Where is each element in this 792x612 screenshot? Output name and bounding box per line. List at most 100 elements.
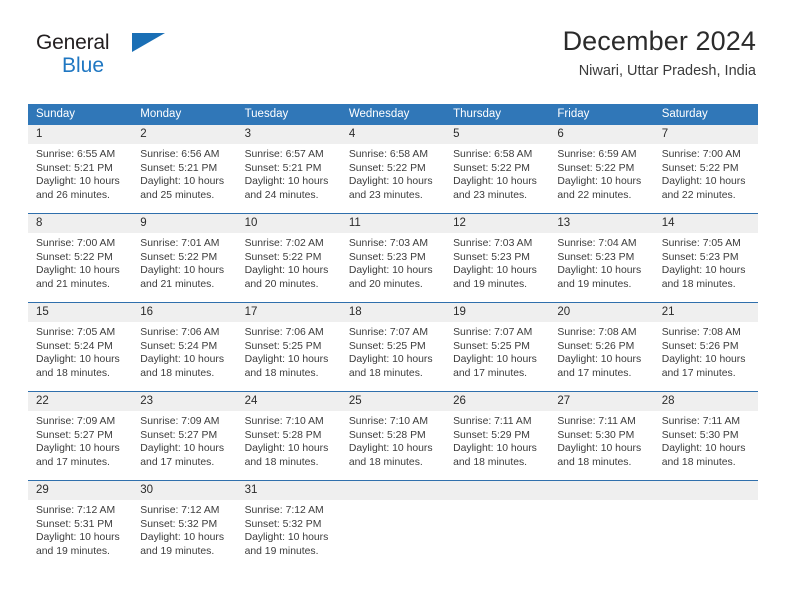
calendar-grid: Sunday Monday Tuesday Wednesday Thursday… (28, 104, 758, 563)
daylight-text-line2: and 17 minutes. (140, 456, 215, 468)
sunrise-text: Sunrise: 7:03 AM (348, 238, 428, 249)
daylight-text-line2: and 19 minutes. (557, 278, 632, 290)
day-details: Sunrise: 7:08 AM Sunset: 5:26 PM Dayligh… (654, 322, 758, 380)
day-number: 15 (28, 303, 133, 322)
day-cell[interactable]: 4 Sunrise: 6:58 AM Sunset: 5:22 PM Dayli… (340, 125, 446, 207)
sunrise-text: Sunrise: 7:02 AM (244, 238, 324, 249)
day-cell[interactable]: 30 Sunrise: 7:12 AM Sunset: 5:32 PM Dayl… (132, 481, 237, 563)
week-row: 1 Sunrise: 6:55 AM Sunset: 5:21 PM Dayli… (28, 125, 758, 207)
daylight-text-line1: Daylight: 10 hours (140, 176, 225, 188)
day-cell[interactable]: 17 Sunrise: 7:06 AM Sunset: 5:25 PM Dayl… (236, 303, 341, 385)
day-number: 8 (28, 214, 133, 233)
day-details: Sunrise: 6:59 AM Sunset: 5:22 PM Dayligh… (549, 144, 653, 202)
day-cell[interactable]: 29 Sunrise: 7:12 AM Sunset: 5:31 PM Dayl… (28, 481, 133, 563)
page-header: General Blue December 2024 Niwari, Uttar… (0, 0, 792, 79)
daylight-text-line2: and 17 minutes. (557, 367, 632, 379)
day-cell-empty (549, 481, 654, 563)
day-details: Sunrise: 7:11 AM Sunset: 5:30 PM Dayligh… (549, 411, 653, 469)
daylight-text-line1: Daylight: 10 hours (557, 354, 642, 366)
sunset-text: Sunset: 5:21 PM (140, 162, 218, 174)
daylight-text-line1: Daylight: 10 hours (348, 443, 433, 455)
sunrise-text: Sunrise: 7:00 AM (36, 238, 116, 249)
daylight-text-line2: and 20 minutes. (348, 278, 423, 290)
day-cell[interactable]: 22 Sunrise: 7:09 AM Sunset: 5:27 PM Dayl… (28, 392, 133, 474)
day-details: Sunrise: 6:58 AM Sunset: 5:22 PM Dayligh… (341, 144, 445, 202)
day-cell[interactable]: 20 Sunrise: 7:08 AM Sunset: 5:26 PM Dayl… (549, 303, 654, 385)
day-cell[interactable]: 25 Sunrise: 7:10 AM Sunset: 5:28 PM Dayl… (340, 392, 446, 474)
day-cell[interactable]: 23 Sunrise: 7:09 AM Sunset: 5:27 PM Dayl… (132, 392, 237, 474)
sunrise-text: Sunrise: 7:09 AM (140, 416, 220, 427)
day-cell[interactable]: 21 Sunrise: 7:08 AM Sunset: 5:26 PM Dayl… (653, 303, 758, 385)
daylight-text-line1: Daylight: 10 hours (661, 354, 746, 366)
sunset-text: Sunset: 5:22 PM (453, 162, 530, 174)
day-details: Sunrise: 7:08 AM Sunset: 5:26 PM Dayligh… (549, 322, 653, 380)
sunrise-text: Sunrise: 7:05 AM (661, 238, 741, 249)
daylight-text-line1: Daylight: 10 hours (244, 532, 329, 544)
sunrise-text: Sunrise: 7:07 AM (348, 327, 428, 338)
day-cell[interactable]: 11 Sunrise: 7:03 AM Sunset: 5:23 PM Dayl… (340, 214, 446, 296)
day-cell[interactable]: 18 Sunrise: 7:07 AM Sunset: 5:25 PM Dayl… (340, 303, 446, 385)
day-cell[interactable]: 2 Sunrise: 6:56 AM Sunset: 5:21 PM Dayli… (132, 125, 237, 207)
day-cell[interactable]: 1 Sunrise: 6:55 AM Sunset: 5:21 PM Dayli… (28, 125, 133, 207)
day-cell[interactable]: 19 Sunrise: 7:07 AM Sunset: 5:25 PM Dayl… (445, 303, 550, 385)
sunrise-text: Sunrise: 6:57 AM (244, 149, 324, 160)
daylight-text-line2: and 21 minutes. (36, 278, 110, 290)
day-details: Sunrise: 7:09 AM Sunset: 5:27 PM Dayligh… (28, 411, 132, 469)
weekday-header-wednesday: Wednesday (348, 108, 410, 120)
sunset-text: Sunset: 5:27 PM (36, 429, 113, 441)
day-details: Sunrise: 7:11 AM Sunset: 5:30 PM Dayligh… (654, 411, 758, 469)
sunrise-text: Sunrise: 7:03 AM (453, 238, 533, 249)
daylight-text-line2: and 18 minutes. (36, 367, 110, 379)
day-cell[interactable]: 24 Sunrise: 7:10 AM Sunset: 5:28 PM Dayl… (236, 392, 341, 474)
sunset-text: Sunset: 5:22 PM (36, 251, 113, 263)
day-details: Sunrise: 7:04 AM Sunset: 5:23 PM Dayligh… (549, 233, 653, 291)
weekday-header-sunday: Sunday (36, 108, 76, 120)
sunset-text: Sunset: 5:23 PM (348, 251, 426, 263)
day-cell[interactable]: 27 Sunrise: 7:11 AM Sunset: 5:30 PM Dayl… (549, 392, 654, 474)
day-cell[interactable]: 8 Sunrise: 7:00 AM Sunset: 5:22 PM Dayli… (28, 214, 133, 296)
day-cell[interactable]: 26 Sunrise: 7:11 AM Sunset: 5:29 PM Dayl… (445, 392, 550, 474)
sunrise-text: Sunrise: 7:06 AM (140, 327, 220, 338)
sunset-text: Sunset: 5:27 PM (140, 429, 218, 441)
day-details: Sunrise: 6:55 AM Sunset: 5:21 PM Dayligh… (28, 144, 132, 202)
day-cell[interactable]: 5 Sunrise: 6:58 AM Sunset: 5:22 PM Dayli… (445, 125, 550, 207)
day-cell[interactable]: 12 Sunrise: 7:03 AM Sunset: 5:23 PM Dayl… (445, 214, 550, 296)
sunset-text: Sunset: 5:22 PM (661, 162, 739, 174)
sunset-text: Sunset: 5:30 PM (557, 429, 635, 441)
daylight-text-line1: Daylight: 10 hours (36, 443, 120, 455)
day-number: 6 (549, 125, 654, 144)
sunset-text: Sunset: 5:22 PM (557, 162, 635, 174)
day-cell[interactable]: 7 Sunrise: 7:00 AM Sunset: 5:22 PM Dayli… (653, 125, 758, 207)
sunset-text: Sunset: 5:22 PM (140, 251, 218, 263)
day-cell[interactable]: 16 Sunrise: 7:06 AM Sunset: 5:24 PM Dayl… (132, 303, 237, 385)
daylight-text-line2: and 18 minutes. (140, 367, 215, 379)
sunset-text: Sunset: 5:21 PM (244, 162, 322, 174)
sunset-text: Sunset: 5:25 PM (348, 340, 426, 352)
day-cell[interactable]: 10 Sunrise: 7:02 AM Sunset: 5:22 PM Dayl… (236, 214, 341, 296)
sunset-text: Sunset: 5:29 PM (453, 429, 530, 441)
daylight-text-line1: Daylight: 10 hours (661, 443, 746, 455)
daylight-text-line1: Daylight: 10 hours (36, 354, 120, 366)
sunrise-text: Sunrise: 7:04 AM (557, 238, 637, 249)
day-cell[interactable]: 6 Sunrise: 6:59 AM Sunset: 5:22 PM Dayli… (549, 125, 654, 207)
day-number: 10 (236, 214, 341, 233)
sunset-text: Sunset: 5:22 PM (244, 251, 322, 263)
day-cell[interactable]: 3 Sunrise: 6:57 AM Sunset: 5:21 PM Dayli… (236, 125, 341, 207)
day-cell[interactable]: 28 Sunrise: 7:11 AM Sunset: 5:30 PM Dayl… (653, 392, 758, 474)
sunrise-text: Sunrise: 7:12 AM (36, 505, 116, 516)
day-number: 20 (549, 303, 654, 322)
sunrise-text: Sunrise: 7:01 AM (140, 238, 220, 249)
day-cell[interactable]: 14 Sunrise: 7:05 AM Sunset: 5:23 PM Dayl… (653, 214, 758, 296)
day-cell[interactable]: 15 Sunrise: 7:05 AM Sunset: 5:24 PM Dayl… (28, 303, 133, 385)
day-cell[interactable]: 9 Sunrise: 7:01 AM Sunset: 5:22 PM Dayli… (132, 214, 237, 296)
daylight-text-line1: Daylight: 10 hours (244, 443, 329, 455)
day-number: 19 (445, 303, 550, 322)
day-number (445, 481, 550, 500)
brand-logo[interactable]: General Blue (36, 32, 186, 84)
weekday-header-row: Sunday Monday Tuesday Wednesday Thursday… (28, 104, 758, 125)
day-cell[interactable]: 31 Sunrise: 7:12 AM Sunset: 5:32 PM Dayl… (236, 481, 341, 563)
day-number (340, 481, 446, 500)
day-cell[interactable]: 13 Sunrise: 7:04 AM Sunset: 5:23 PM Dayl… (549, 214, 654, 296)
sunrise-text: Sunrise: 7:07 AM (453, 327, 533, 338)
day-number: 12 (445, 214, 550, 233)
